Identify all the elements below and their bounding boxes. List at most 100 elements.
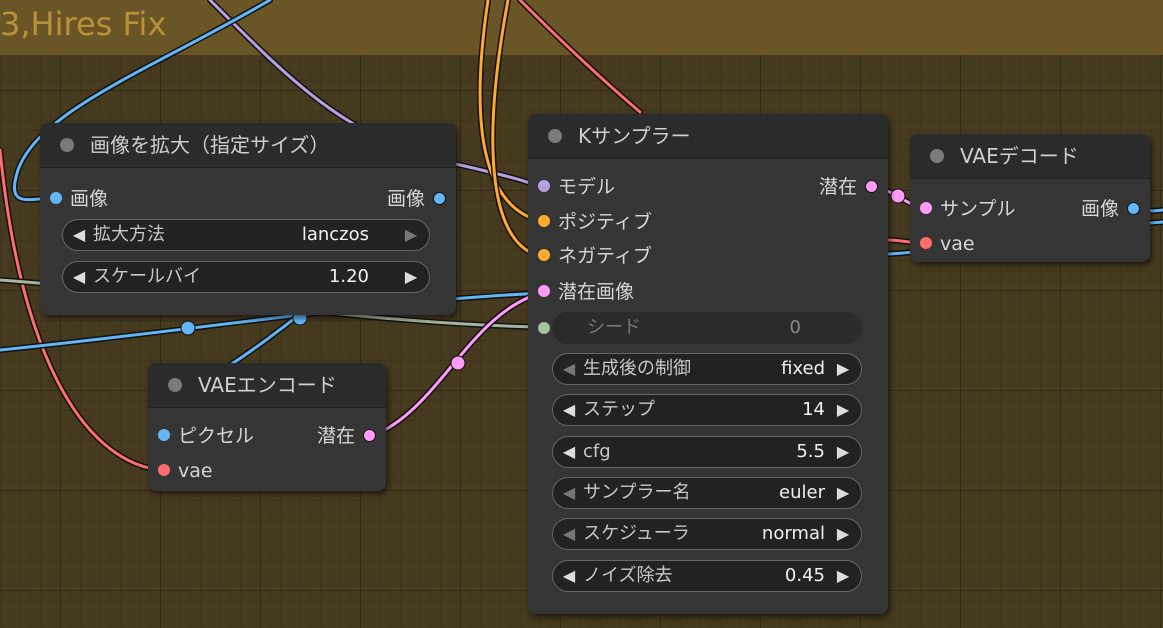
widget-upscale-method[interactable]: ◀ 拡大方法 lanczos ▶ — [62, 219, 430, 251]
decrement-arrow-icon[interactable]: ◀ — [559, 478, 579, 508]
output-slot-latent[interactable]: 潜在 — [819, 173, 878, 201]
vae-decode-node[interactable]: VAEデコード サンプル 画像 vae — [910, 134, 1150, 262]
output-slot-image[interactable]: 画像 — [387, 185, 446, 213]
latent-socket-icon[interactable] — [920, 202, 932, 214]
vae-socket-icon[interactable] — [158, 464, 170, 476]
reroute-dot — [450, 355, 466, 371]
output-slot-latent[interactable]: 潜在 — [317, 422, 376, 450]
slot-label: ピクセル — [178, 425, 255, 447]
node-title: VAEデコード — [960, 144, 1079, 168]
latent-socket-icon[interactable] — [538, 285, 550, 297]
slot-label: 画像 — [1080, 198, 1119, 220]
increment-arrow-icon[interactable]: ▶ — [833, 561, 853, 591]
decrement-arrow-icon[interactable]: ◀ — [559, 519, 579, 549]
widget-value: 14 — [802, 399, 825, 420]
node-title-bar[interactable]: 画像を拡大（指定サイズ） — [40, 123, 456, 168]
widget-value: 0.45 — [784, 565, 825, 586]
seed-socket-icon[interactable] — [538, 322, 550, 334]
increment-arrow-icon[interactable]: ▶ — [401, 262, 421, 292]
widget-denoise[interactable]: ◀ ノイズ除去 0.45 ▶ — [552, 560, 862, 592]
slot-label: 画像 — [70, 188, 109, 210]
slot-label: 潜在画像 — [558, 281, 635, 303]
decrement-arrow-icon[interactable]: ◀ — [559, 395, 579, 425]
output-slot-image[interactable]: 画像 — [1081, 195, 1140, 223]
input-slot-samples[interactable]: サンプル — [920, 195, 1015, 223]
input-slot-vae[interactable]: vae — [158, 457, 213, 485]
slot-label: 画像 — [386, 188, 425, 210]
image-socket-icon[interactable] — [50, 192, 62, 204]
input-slot-model[interactable]: モデル — [538, 173, 615, 201]
ksampler-node[interactable]: Kサンプラー モデル 潜在 ポジティブ ネガティブ 潜在画像 シード 0 ◀ 生… — [528, 114, 888, 614]
widget-scheduler[interactable]: ◀ スケジューラ normal ▶ — [552, 518, 862, 550]
slot-label: サンプル — [940, 198, 1016, 220]
widget-value: 0 — [789, 317, 801, 338]
increment-arrow-icon[interactable]: ▶ — [833, 437, 853, 467]
decrement-arrow-icon[interactable]: ◀ — [69, 262, 89, 292]
latent-socket-icon[interactable] — [865, 179, 878, 193]
decrement-arrow-icon[interactable]: ◀ — [559, 437, 579, 467]
decrement-arrow-icon[interactable]: ◀ — [69, 220, 89, 250]
slot-label: ネガティブ — [558, 245, 652, 267]
conditioning-socket-icon[interactable] — [538, 249, 550, 261]
image-socket-icon[interactable] — [433, 191, 446, 205]
widget-label: ノイズ除去 — [583, 565, 673, 586]
widget-seed[interactable]: シード 0 — [552, 312, 862, 344]
collapse-dot-icon[interactable] — [548, 129, 562, 143]
collapse-dot-icon[interactable] — [60, 138, 74, 152]
collapse-dot-icon[interactable] — [168, 378, 182, 392]
widget-sampler-name[interactable]: ◀ サンプラー名 euler ▶ — [552, 477, 862, 509]
reroute-dot — [890, 188, 906, 204]
slot-label: 潜在 — [316, 425, 355, 447]
widget-label: スケールバイ — [93, 266, 201, 287]
widget-label: ステップ — [583, 399, 655, 420]
widget-value: 1.20 — [328, 266, 369, 287]
widget-control-after-generate[interactable]: ◀ 生成後の制御 fixed ▶ — [552, 353, 862, 385]
input-slot-vae[interactable]: vae — [920, 230, 975, 258]
increment-arrow-icon[interactable]: ▶ — [833, 395, 853, 425]
increment-arrow-icon[interactable]: ▶ — [833, 354, 853, 384]
collapse-dot-icon[interactable] — [930, 149, 944, 163]
increment-arrow-icon[interactable]: ▶ — [833, 478, 853, 508]
image-socket-icon[interactable] — [1127, 201, 1140, 215]
image-socket-icon[interactable] — [158, 429, 170, 441]
widget-label: シード — [587, 317, 641, 338]
node-title-bar[interactable]: VAEデコード — [910, 134, 1150, 179]
model-socket-icon[interactable] — [538, 180, 550, 192]
increment-arrow-icon[interactable]: ▶ — [401, 220, 421, 250]
widget-label: 生成後の制御 — [583, 358, 691, 379]
slot-label: 潜在 — [818, 176, 857, 198]
increment-arrow-icon[interactable]: ▶ — [833, 519, 853, 549]
widget-value: lanczos — [301, 224, 369, 245]
input-slot-negative[interactable]: ネガティブ — [538, 242, 652, 270]
upscale-image-node[interactable]: 画像を拡大（指定サイズ） 画像 画像 ◀ 拡大方法 lanczos ▶ ◀ スケ… — [40, 123, 456, 315]
widget-value: normal — [761, 523, 825, 544]
widget-value: 5.5 — [796, 441, 825, 462]
widget-label: 拡大方法 — [93, 224, 165, 245]
input-slot-positive[interactable]: ポジティブ — [538, 208, 652, 236]
node-title: VAEエンコード — [198, 373, 337, 397]
node-title-bar[interactable]: Kサンプラー — [528, 114, 888, 159]
input-slot-latent-image[interactable]: 潜在画像 — [538, 278, 634, 306]
widget-scale-by[interactable]: ◀ スケールバイ 1.20 ▶ — [62, 261, 430, 293]
node-title-bar[interactable]: VAEエンコード — [148, 363, 386, 408]
widget-steps[interactable]: ◀ ステップ 14 ▶ — [552, 394, 862, 426]
vae-encode-node[interactable]: VAEエンコード ピクセル 潜在 vae — [148, 363, 386, 491]
input-slot-pixels[interactable]: ピクセル — [158, 422, 254, 450]
slot-label: vae — [940, 233, 975, 255]
node-title: Kサンプラー — [578, 124, 691, 148]
widget-label: サンプラー名 — [583, 482, 691, 503]
input-slot-image[interactable]: 画像 — [50, 185, 108, 213]
widget-label: スケジューラ — [583, 523, 690, 544]
decrement-arrow-icon[interactable]: ◀ — [559, 354, 579, 384]
latent-socket-icon[interactable] — [363, 428, 376, 442]
widget-cfg[interactable]: ◀ cfg 5.5 ▶ — [552, 436, 862, 468]
slot-label: vae — [178, 460, 213, 482]
conditioning-socket-icon[interactable] — [538, 215, 550, 227]
slot-label: モデル — [558, 176, 616, 198]
widget-label: cfg — [583, 441, 611, 462]
decrement-arrow-icon[interactable]: ◀ — [559, 561, 579, 591]
vae-socket-icon[interactable] — [920, 237, 932, 249]
widget-value: fixed — [781, 358, 825, 379]
reroute-dot — [180, 320, 196, 336]
slot-label: ポジティブ — [558, 211, 652, 233]
